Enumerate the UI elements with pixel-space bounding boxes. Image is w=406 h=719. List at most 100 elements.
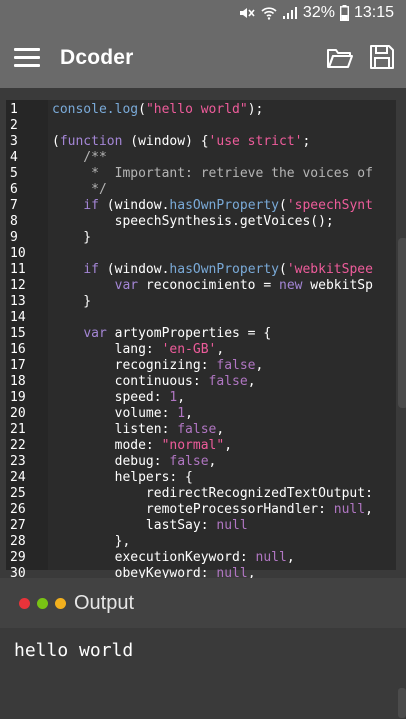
code-line[interactable]: lastSay: null	[52, 518, 386, 534]
code-token: /**	[52, 150, 107, 165]
code-line[interactable]: obeyKeyword: null,	[52, 566, 386, 578]
code-token: ;	[302, 134, 311, 149]
code-token: new	[279, 278, 303, 293]
line-number: 28	[10, 534, 26, 549]
folder-open-icon[interactable]	[326, 46, 354, 70]
code-line[interactable]: }	[52, 230, 386, 246]
code-token: ,	[255, 358, 264, 373]
code-editor[interactable]: 1 2 3 4 5 6 7 8 9 10 11 12 13 14 15 16 17 18 19 20 21 22 23 24 2…	[0, 88, 406, 578]
line-number: 8	[10, 214, 18, 229]
code-line[interactable]: redirectRecognizedTextOutput:	[52, 486, 386, 502]
code-token: ,	[185, 406, 193, 421]
code-line[interactable]: recognizing: false,	[52, 358, 386, 374]
line-number: 27	[10, 518, 26, 533]
code-line[interactable]	[52, 246, 386, 262]
code-line[interactable]: helpers: {	[52, 470, 386, 486]
code-line[interactable]: speed: 1,	[52, 390, 386, 406]
line-number: 17	[10, 358, 26, 373]
code-line[interactable]: executionKeyword: null,	[52, 550, 386, 566]
editor-scrollbar[interactable]	[398, 238, 406, 408]
status-icons: 32% 13:15	[238, 4, 394, 22]
code-line[interactable]: var artyomProperties = {	[52, 326, 386, 342]
app-bar: Dcoder	[0, 30, 406, 88]
code-token: speed:	[52, 390, 170, 405]
code-line[interactable]: }	[52, 294, 386, 310]
line-number: 9	[10, 230, 18, 245]
code-token: ,	[224, 438, 233, 453]
code-token: executionKeyword:	[52, 550, 256, 565]
code-token: debug:	[52, 454, 170, 469]
output-text: hello world	[14, 640, 134, 661]
code-line[interactable]: debug: false,	[52, 454, 386, 470]
code-line[interactable]: if (window.hasOwnProperty('webkitSpee	[52, 262, 386, 278]
code-line[interactable]: speechSynthesis.getVoices();	[52, 214, 386, 230]
code-line[interactable]: volume: 1,	[52, 406, 386, 422]
line-number: 23	[10, 454, 26, 469]
code-line[interactable]: * Important: retrieve the voices of	[52, 166, 386, 182]
line-number: 21	[10, 422, 26, 437]
code-token: listen:	[52, 422, 178, 437]
code-line[interactable]: remoteProcessorHandler: null,	[52, 502, 386, 518]
code-line[interactable]: if (window.hasOwnProperty('speechSynt	[52, 198, 386, 214]
line-numbers: 1 2 3 4 5 6 7 8 9 10 11 12 13 14 15 16 17 18 19 20 21 22 23 24 2…	[10, 102, 26, 578]
code-line[interactable]: lang: 'en-GB',	[52, 342, 386, 358]
code-token: hasOwnProperty	[169, 198, 279, 213]
code-token: null	[216, 518, 248, 533]
line-number: 2	[10, 118, 18, 133]
code-token: ,	[247, 374, 256, 389]
code-token: (	[52, 134, 60, 149]
code-token: 1	[177, 406, 186, 421]
save-icon[interactable]	[369, 44, 395, 70]
line-number: 20	[10, 406, 26, 421]
code-token: * Important: retrieve the voices of	[52, 166, 373, 181]
code-token: */	[52, 182, 107, 197]
code-line[interactable]: var reconocimiento = new webkitSp	[52, 278, 386, 294]
line-number: 7	[10, 198, 18, 213]
menu-icon[interactable]	[14, 48, 40, 68]
code-token: false	[216, 358, 256, 373]
line-number: 24	[10, 470, 26, 485]
code-token: hasOwnProperty	[169, 262, 279, 277]
line-number: 26	[10, 502, 26, 517]
yellow-dot-icon	[55, 598, 66, 609]
code-token: },	[52, 534, 131, 549]
output-header[interactable]: Output	[0, 578, 406, 628]
code-token: (window) {	[122, 134, 209, 149]
code-line[interactable]	[52, 310, 386, 326]
code-token: ,	[208, 454, 217, 469]
code-line[interactable]: /**	[52, 150, 386, 166]
code-text[interactable]: console.log("hello world"); (function (w…	[52, 102, 386, 578]
code-line[interactable]: */	[52, 182, 386, 198]
code-token: log	[114, 102, 139, 117]
code-token: ,	[247, 566, 256, 578]
code-token: false	[169, 454, 209, 469]
output-panel: hello world	[0, 628, 406, 719]
clock: 13:15	[353, 4, 394, 21]
wifi-icon	[261, 6, 277, 20]
code-token: redirectRecognizedTextOutput:	[52, 486, 373, 501]
code-line[interactable]: },	[52, 534, 386, 550]
code-token: ,	[216, 342, 225, 357]
line-number: 1	[10, 102, 18, 117]
green-dot-icon	[37, 598, 48, 609]
line-number: 5	[10, 166, 18, 181]
output-scrollbar[interactable]	[398, 688, 406, 718]
code-token: "normal"	[161, 438, 225, 453]
code-line[interactable]: listen: false,	[52, 422, 386, 438]
code-line[interactable]	[52, 118, 386, 134]
code-token: webkitSp	[302, 278, 373, 293]
code-line[interactable]: mode: "normal",	[52, 438, 386, 454]
line-number: 30	[10, 566, 26, 578]
code-token: (	[279, 262, 287, 277]
code-token: var	[114, 278, 139, 293]
code-line[interactable]: (function (window) {'use strict';	[52, 134, 386, 150]
code-line[interactable]: console.log("hello world");	[52, 102, 386, 118]
code-line[interactable]: continuous: false,	[52, 374, 386, 390]
code-token: 'speechSynt	[286, 198, 373, 213]
code-token: (window.	[98, 262, 170, 277]
code-token: false	[208, 374, 248, 389]
code-token: remoteProcessorHandler:	[52, 502, 334, 517]
